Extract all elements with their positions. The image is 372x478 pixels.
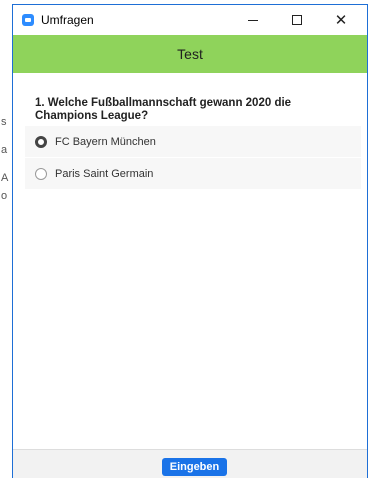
poll-title: Test: [177, 46, 203, 62]
submit-button[interactable]: Eingeben: [162, 458, 227, 476]
option-label: FC Bayern München: [55, 135, 156, 148]
zoom-app-icon: [22, 14, 34, 26]
background-text-fragment: s: [1, 116, 7, 128]
option-label: Paris Saint Germain: [55, 167, 154, 180]
title-bar[interactable]: Umfragen ✕: [13, 5, 367, 35]
poll-footer: Eingeben: [13, 449, 367, 478]
minimize-icon: [248, 19, 258, 21]
poll-option-fc-bayern[interactable]: FC Bayern München: [25, 126, 361, 157]
right-edge: [368, 0, 372, 478]
poll-header: Test: [13, 35, 367, 73]
minimize-button[interactable]: [237, 5, 269, 35]
poll-question: 1. Welche Fußballmannschaft gewann 2020 …: [35, 97, 292, 122]
background-window-strip: s a A o: [0, 0, 12, 478]
close-button[interactable]: ✕: [325, 5, 357, 35]
poll-option-psg[interactable]: Paris Saint Germain: [25, 158, 361, 189]
background-text-fragment: o: [1, 190, 8, 202]
window-title: Umfragen: [41, 13, 94, 27]
polls-window: Umfragen ✕ Test 1. Welche Fußballmannsch…: [12, 4, 368, 478]
background-text-fragment: a: [1, 144, 8, 156]
close-icon: ✕: [334, 11, 348, 29]
maximize-icon: [292, 15, 302, 25]
radio-button[interactable]: [35, 167, 47, 180]
maximize-button[interactable]: [281, 5, 313, 35]
radio-button-selected[interactable]: [35, 135, 47, 148]
background-text-fragment: A: [1, 172, 9, 184]
